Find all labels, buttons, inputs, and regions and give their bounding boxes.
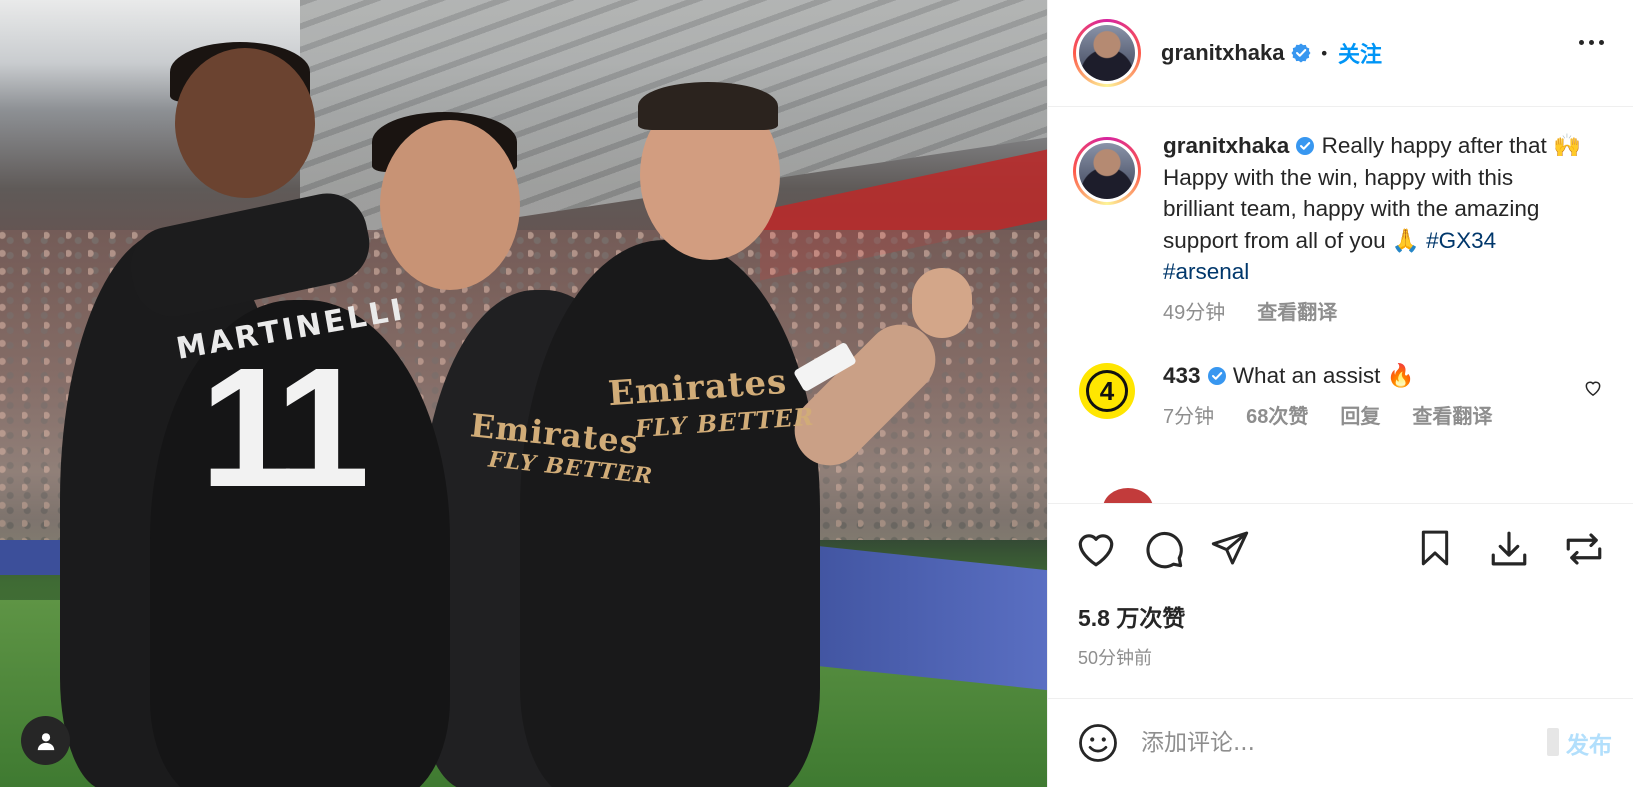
caption-time[interactable]: 49分钟: [1163, 296, 1225, 325]
repost-icon[interactable]: [1563, 528, 1605, 570]
translate-button[interactable]: 查看翻译: [1257, 296, 1337, 325]
comment-icon[interactable]: [1143, 528, 1185, 570]
comment-username[interactable]: 433: [1163, 363, 1201, 388]
follow-button[interactable]: 关注: [1338, 37, 1382, 69]
heart-icon[interactable]: [1075, 528, 1117, 570]
post-header: granitxhaka • 关注: [1048, 0, 1633, 107]
smiley-icon[interactable]: [1077, 722, 1119, 764]
post-caption: granitxhaka Really happy after that 🙌 Ha…: [1073, 130, 1613, 325]
player-hair: [638, 82, 778, 130]
hashtag-link[interactable]: #arsenal: [1163, 259, 1249, 284]
jersey-number: 11: [200, 333, 370, 523]
folded-hands-emoji: 🙏: [1391, 227, 1420, 253]
post-sidebar: granitxhaka • 关注 granitxhaka Really happ…: [1047, 0, 1633, 787]
likes-count[interactable]: 5.8 万次赞: [1078, 599, 1185, 633]
hashtag-link[interactable]: #GX34: [1426, 228, 1496, 253]
bookmark-icon[interactable]: [1415, 528, 1455, 568]
avatar[interactable]: [1073, 137, 1141, 205]
player-head-2: [380, 120, 520, 290]
paper-plane-icon[interactable]: [1210, 528, 1250, 568]
caption-text: Really happy after that: [1321, 133, 1553, 158]
profile-photo: [1079, 143, 1135, 199]
more-options-icon[interactable]: [1579, 40, 1604, 45]
player-head-1: [175, 48, 315, 198]
verified-badge-icon: [1290, 43, 1311, 63]
avatar[interactable]: 4: [1079, 363, 1135, 419]
post-comment-button[interactable]: 发布: [1566, 726, 1612, 760]
user-icon: [37, 732, 54, 750]
verified-badge-icon: [1207, 366, 1227, 386]
action-bar: 5.8 万次赞 50分钟前: [1048, 503, 1633, 698]
comment-item: 4 433 What an assist 🔥 7分钟 68次赞 回复 查看翻译: [1073, 360, 1613, 429]
translate-button[interactable]: 查看翻译: [1412, 400, 1492, 429]
separator: •: [1319, 43, 1329, 63]
player-fist: [912, 268, 972, 338]
next-comment-avatar: [1103, 488, 1153, 503]
avatar-text: 4: [1086, 370, 1128, 412]
raised-hands-emoji: 🙌: [1552, 133, 1581, 158]
verified-badge-icon: [1295, 136, 1315, 156]
tagged-users-button[interactable]: [21, 716, 70, 765]
comment-like-icon[interactable]: [1583, 378, 1603, 402]
textarea-resize-handle[interactable]: [1547, 728, 1559, 756]
post-timestamp[interactable]: 50分钟前: [1078, 644, 1152, 670]
post-photo[interactable]: MARTINELLI 11 Emirates FLY BETTER Emirat…: [0, 0, 1047, 787]
header-username[interactable]: granitxhaka: [1161, 40, 1285, 66]
comment-text: What an assist: [1232, 363, 1387, 388]
avatar[interactable]: [1073, 19, 1141, 87]
caption-username[interactable]: granitxhaka: [1163, 133, 1289, 158]
comment-composer: 发布: [1048, 698, 1633, 787]
comment-input[interactable]: [1141, 730, 1511, 756]
comments-section[interactable]: granitxhaka Really happy after that 🙌 Ha…: [1048, 108, 1633, 503]
download-icon[interactable]: [1488, 528, 1530, 570]
profile-photo: [1079, 25, 1135, 81]
player-silhouette-4: [520, 240, 820, 787]
comment-likes[interactable]: 68次赞: [1246, 400, 1308, 429]
reply-button[interactable]: 回复: [1340, 400, 1380, 429]
fire-emoji: 🔥: [1386, 363, 1415, 388]
comment-time[interactable]: 7分钟: [1163, 400, 1214, 429]
